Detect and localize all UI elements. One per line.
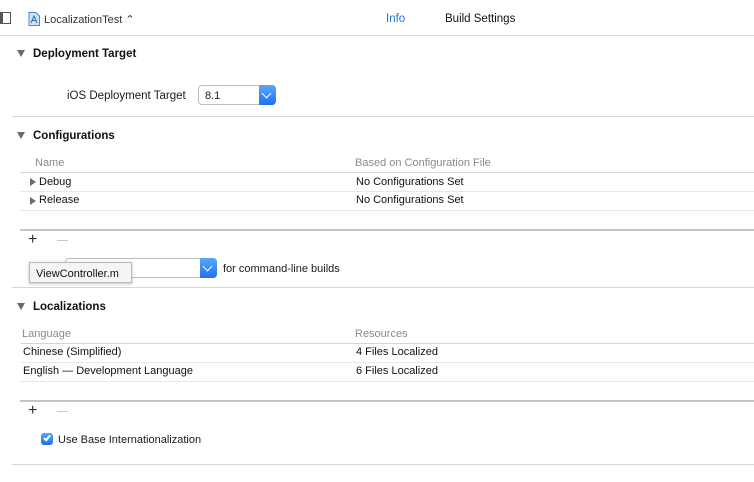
language-name: Chinese (Simplified): [23, 346, 122, 358]
table-bottom-divider: [20, 400, 754, 402]
row-divider: [20, 210, 754, 211]
disclosure-triangle-icon[interactable]: [30, 197, 36, 205]
disclosure-triangle-icon[interactable]: [17, 50, 25, 57]
tab-info[interactable]: Info: [386, 13, 405, 25]
disclosure-triangle-icon[interactable]: [30, 178, 36, 186]
disclosure-triangle-icon[interactable]: [17, 132, 25, 139]
top-bar: LocalizationTest ⌃ Info Build Settings: [0, 0, 754, 36]
remove-configuration-button[interactable]: [57, 240, 68, 241]
config-file: No Configurations Set: [356, 194, 464, 206]
use-base-internationalization-checkbox[interactable]: [41, 433, 53, 445]
dropdown-chevron-icon: [200, 258, 217, 278]
language-resources: 4 Files Localized: [356, 346, 438, 358]
section-title-deployment-target: Deployment Target: [33, 48, 137, 60]
tooltip: ViewController.m: [29, 262, 132, 283]
tooltip-text: ViewController.m: [36, 268, 119, 280]
command-line-builds-label: for command-line builds: [223, 263, 340, 275]
dropdown-chevron-icon: [259, 85, 276, 105]
column-header-resources[interactable]: Resources: [355, 328, 408, 340]
section-divider: [12, 287, 754, 288]
add-configuration-button[interactable]: +: [28, 232, 37, 248]
section-title-localizations: Localizations: [33, 301, 106, 313]
table-row[interactable]: Debug No Configurations Set: [20, 173, 754, 191]
add-localization-button[interactable]: +: [28, 403, 37, 419]
column-header-name[interactable]: Name: [35, 157, 64, 169]
row-divider: [20, 381, 754, 382]
project-name-selector[interactable]: LocalizationTest ⌃: [44, 13, 135, 26]
section-divider: [12, 116, 754, 117]
column-header-language[interactable]: Language: [22, 328, 71, 340]
checkmark-icon: [42, 433, 51, 442]
section-divider: [12, 464, 754, 465]
language-resources: 6 Files Localized: [356, 365, 438, 377]
tab-build-settings[interactable]: Build Settings: [445, 13, 515, 25]
remove-localization-button[interactable]: [57, 411, 68, 412]
table-row[interactable]: English — Development Language 6 Files L…: [20, 363, 754, 381]
disclosure-triangle-icon[interactable]: [17, 303, 25, 310]
table-row[interactable]: Release No Configurations Set: [20, 192, 754, 210]
table-bottom-divider: [20, 229, 754, 231]
section-title-configurations: Configurations: [33, 130, 115, 142]
ios-deployment-target-select[interactable]: 8.1: [198, 85, 276, 105]
table-row[interactable]: Chinese (Simplified) 4 Files Localized: [20, 344, 754, 362]
use-base-internationalization-label: Use Base Internationalization: [58, 434, 202, 446]
ios-deployment-target-value: 8.1: [205, 90, 221, 102]
config-name: Debug: [39, 176, 72, 188]
config-name: Release: [39, 194, 80, 206]
sidebar-toggle-icon[interactable]: [0, 12, 11, 24]
language-name: English — Development Language: [23, 365, 194, 377]
project-file-icon: [28, 12, 40, 26]
config-file: No Configurations Set: [356, 176, 464, 188]
column-header-based-on[interactable]: Based on Configuration File: [355, 157, 491, 169]
ios-deployment-target-label: iOS Deployment Target: [67, 90, 186, 102]
